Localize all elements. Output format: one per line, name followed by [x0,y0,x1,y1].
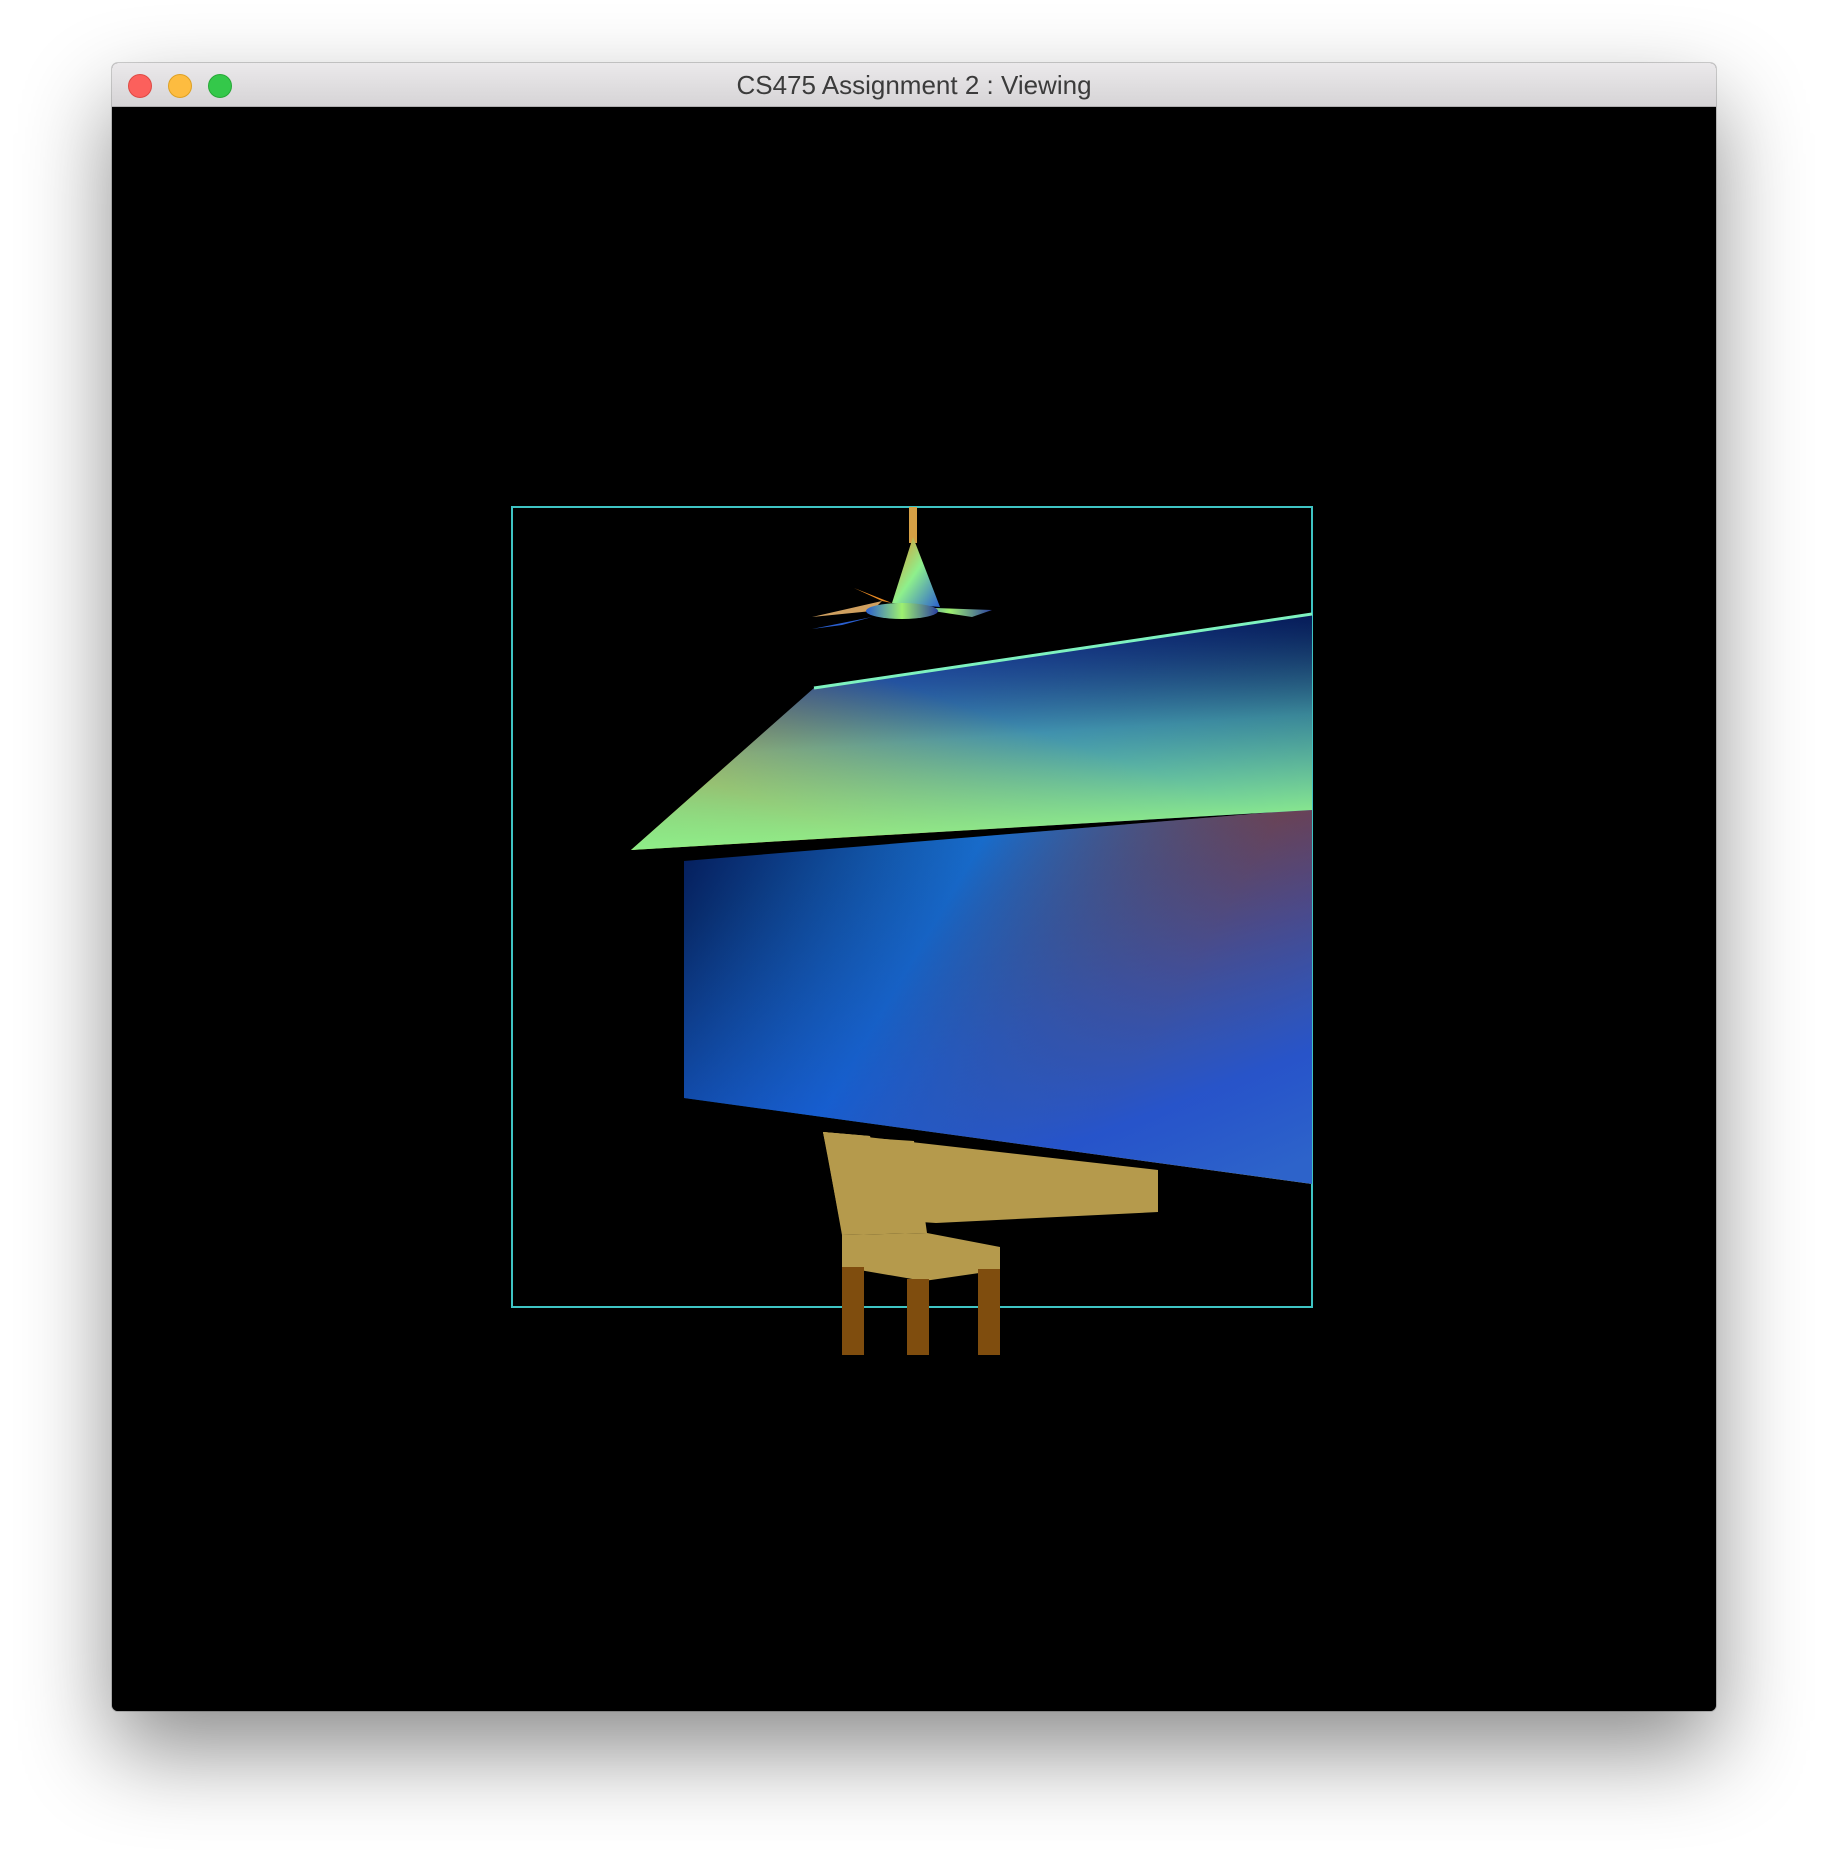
desktop: CS475 Assignment 2 : Viewing [0,0,1824,1868]
chair-layer [512,1135,1312,1359]
window-title: CS475 Assignment 2 : Viewing [736,70,1092,100]
chair-leg-front-right [907,1279,929,1355]
title-bar[interactable]: CS475 Assignment 2 : Viewing [112,63,1716,107]
opengl-viewport[interactable] [112,107,1716,1711]
chair-leg-front-left [842,1267,864,1355]
chair-leg-back-right [978,1269,1000,1355]
chair-backrest [824,1135,927,1235]
chair-seat [842,1233,1000,1281]
app-window[interactable]: CS475 Assignment 2 : Viewing [112,63,1716,1711]
